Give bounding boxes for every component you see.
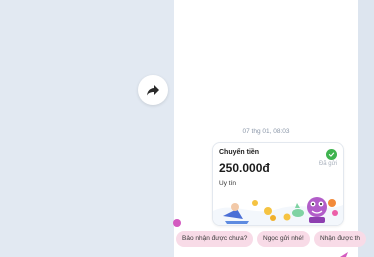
share-button[interactable]	[138, 75, 168, 105]
right-panel-edge	[358, 0, 374, 257]
share-forward-icon	[147, 85, 159, 96]
quick-reply-chip[interactable]: Bảo nhận được chưa?	[176, 231, 254, 247]
quick-reply-chip[interactable]: Ngọc gửi nhé!	[257, 231, 310, 247]
transfer-card[interactable]: Chuyển tiền 250.000đ Đã gửi Uy tín	[212, 142, 344, 226]
quick-reply-chip[interactable]: Nhận được th	[314, 231, 367, 247]
transfer-amount: 250.000đ	[219, 161, 270, 175]
send-icon[interactable]	[340, 252, 348, 257]
composer-bar	[174, 251, 358, 257]
check-circle-icon	[326, 149, 337, 160]
quick-replies: Bảo nhận được chưa? Ngọc gửi nhé! Nhận đ…	[176, 231, 374, 248]
transfer-illustration	[213, 197, 343, 225]
reaction-icon[interactable]	[173, 219, 181, 227]
transfer-note: Uy tín	[219, 180, 236, 187]
chat-panel: 07 thg 01, 08:03 Chuyển tiền 250.000đ Đã…	[174, 0, 358, 257]
transfer-status: Đã gửi	[318, 161, 337, 167]
message-timestamp: 07 thg 01, 08:03	[242, 128, 290, 135]
transfer-card-title: Chuyển tiền	[219, 149, 260, 156]
